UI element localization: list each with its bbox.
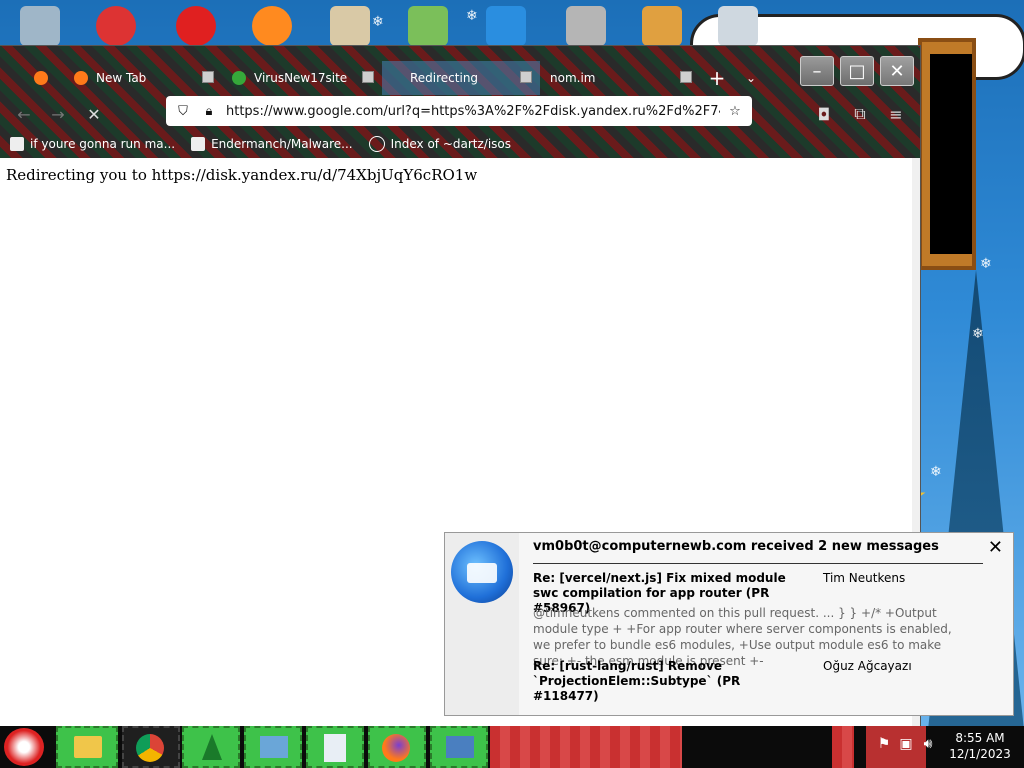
taskbar-app[interactable] bbox=[244, 726, 302, 768]
close-icon[interactable]: ✕ bbox=[988, 537, 1003, 558]
menu-hamburger-icon[interactable]: ≡ bbox=[886, 104, 906, 124]
tab-new-tab[interactable]: New Tab bbox=[64, 61, 222, 95]
firefox-icon bbox=[74, 71, 88, 85]
minimize-button[interactable]: – bbox=[800, 56, 834, 86]
bookmark-item[interactable]: Index of ~dartz/isos bbox=[368, 136, 512, 152]
bookmark-label: Endermanch/Malware... bbox=[211, 137, 353, 151]
tab-nom-im[interactable]: nom.im bbox=[540, 61, 700, 95]
firefox-desktop-icon[interactable] bbox=[252, 6, 292, 46]
desktop-app-icon[interactable] bbox=[642, 6, 682, 46]
lock-icon[interactable]: 🔒︎ bbox=[200, 102, 218, 120]
firefox-icon bbox=[382, 734, 410, 762]
maximize-button[interactable]: □ bbox=[840, 56, 874, 86]
recycle-bin-icon[interactable] bbox=[20, 6, 60, 46]
bookmark-favicon-icon bbox=[191, 137, 206, 151]
snowflake-icon: ❄ bbox=[930, 464, 942, 480]
chrome-icon bbox=[136, 734, 164, 762]
taskbar: ⚑ ▣ 🔊︎ 8:55 AM 12/1/2023 bbox=[0, 726, 1024, 768]
thunderbird-icon bbox=[451, 541, 513, 603]
desktop-picture-frame bbox=[918, 38, 976, 270]
list-all-tabs-chevron-icon[interactable]: ⌄ bbox=[734, 61, 768, 95]
tab-label: nom.im bbox=[550, 71, 596, 85]
bookmarks-toolbar: if youre gonna run ma... Endermanch/Malw… bbox=[0, 132, 920, 156]
desktop-app-icon[interactable] bbox=[330, 6, 370, 46]
taskbar-app[interactable] bbox=[306, 726, 364, 768]
tab-close-icon[interactable] bbox=[520, 71, 532, 83]
snowflake-icon: ❄ bbox=[372, 14, 384, 30]
snowflake-icon: ❄ bbox=[972, 326, 984, 342]
bookmark-label: if youre gonna run ma... bbox=[30, 137, 176, 151]
desktop-app-icon[interactable] bbox=[486, 6, 526, 46]
back-arrow-icon[interactable]: ← bbox=[14, 104, 34, 124]
taskbar-spacer bbox=[490, 726, 682, 768]
tab-redirecting[interactable]: Redirecting bbox=[382, 61, 540, 95]
notification-icon-panel bbox=[445, 533, 519, 715]
mail-notification[interactable]: vm0b0t@computernewb.com received 2 new m… bbox=[444, 532, 1014, 716]
clock-time: 8:55 AM bbox=[955, 731, 1005, 745]
taskbar-app[interactable] bbox=[182, 726, 240, 768]
desktop-app-icon[interactable] bbox=[176, 6, 216, 46]
firefox-icon bbox=[34, 71, 48, 85]
desktop-app-icon[interactable] bbox=[566, 6, 606, 46]
tab-bar: New Tab VirusNew17site Redirecting nom.i… bbox=[0, 58, 920, 98]
globe-icon bbox=[368, 136, 385, 152]
pocket-icon[interactable]: ◘ bbox=[814, 104, 834, 124]
message-sender: Tim Neutkens bbox=[823, 571, 906, 585]
desktop-app-icon[interactable] bbox=[718, 6, 758, 46]
tab-label: Redirecting bbox=[410, 71, 479, 85]
stop-loading-icon[interactable]: ✕ bbox=[84, 104, 104, 124]
taskbar-firefox[interactable] bbox=[368, 726, 426, 768]
tab-close-icon[interactable] bbox=[202, 71, 214, 83]
bookmark-item[interactable]: if youre gonna run ma... bbox=[10, 137, 175, 151]
volume-icon[interactable]: 🔊︎ bbox=[918, 736, 938, 758]
tab-close-icon[interactable] bbox=[680, 71, 692, 83]
new-tab-plus-icon[interactable]: + bbox=[700, 61, 734, 95]
network-icon[interactable]: ▣ bbox=[896, 736, 916, 758]
tree-icon bbox=[202, 734, 222, 760]
folder-icon bbox=[74, 736, 102, 758]
taskbar-file-explorer[interactable] bbox=[56, 726, 118, 768]
desktop-app-icon[interactable] bbox=[96, 6, 136, 46]
picture-icon bbox=[260, 736, 288, 758]
forward-arrow-icon[interactable]: → bbox=[48, 104, 68, 124]
bookmark-star-icon[interactable]: ☆ bbox=[726, 102, 744, 120]
clock-date: 12/1/2023 bbox=[949, 747, 1011, 761]
snowflake-icon: ❄ bbox=[980, 256, 992, 272]
settings-panel-icon bbox=[446, 736, 474, 758]
taskbar-chrome[interactable] bbox=[122, 726, 180, 768]
bookmark-item[interactable]: Endermanch/Malware... bbox=[191, 137, 353, 151]
desktop-app-icon[interactable] bbox=[408, 6, 448, 46]
url-text[interactable]: https://www.google.com/url?q=https%3A%2F… bbox=[226, 104, 720, 119]
clock[interactable]: 8:55 AM 12/1/2023 bbox=[940, 730, 1020, 762]
loading-icon bbox=[392, 71, 406, 85]
notification-title: vm0b0t@computernewb.com received 2 new m… bbox=[533, 539, 939, 554]
tab-virusnew17site[interactable]: VirusNew17site bbox=[222, 61, 382, 95]
document-icon bbox=[324, 734, 346, 762]
tab-label: New Tab bbox=[96, 71, 147, 85]
start-button[interactable] bbox=[4, 728, 44, 766]
action-center-flag-icon[interactable]: ⚑ bbox=[874, 736, 894, 758]
taskbar-spacer bbox=[832, 726, 854, 768]
message-subject[interactable]: Re: [rust-lang/rust] Remove `ProjectionE… bbox=[533, 659, 789, 704]
tab-close-icon[interactable] bbox=[362, 71, 374, 83]
bookmark-label: Index of ~dartz/isos bbox=[390, 137, 512, 151]
tracking-shield-icon[interactable]: ⛉ bbox=[174, 102, 192, 120]
redirect-message: Redirecting you to https://disk.yandex.r… bbox=[6, 166, 478, 184]
extensions-puzzle-icon[interactable]: ⧉ bbox=[850, 104, 870, 124]
divider bbox=[533, 563, 983, 564]
message-sender: Oğuz Ağcayazı bbox=[823, 659, 912, 673]
bookmark-favicon-icon bbox=[10, 137, 24, 151]
taskbar-app[interactable] bbox=[430, 726, 488, 768]
address-bar[interactable]: ⛉ 🔒︎ https://www.google.com/url?q=https%… bbox=[166, 96, 752, 126]
tab-label: VirusNew17site bbox=[254, 71, 348, 85]
snowflake-icon: ❄ bbox=[466, 8, 478, 24]
browser-chrome: New Tab VirusNew17site Redirecting nom.i… bbox=[0, 46, 920, 158]
site-favicon-icon bbox=[232, 71, 246, 85]
tab-pinned[interactable] bbox=[0, 61, 64, 95]
close-window-button[interactable]: ✕ bbox=[880, 56, 914, 86]
